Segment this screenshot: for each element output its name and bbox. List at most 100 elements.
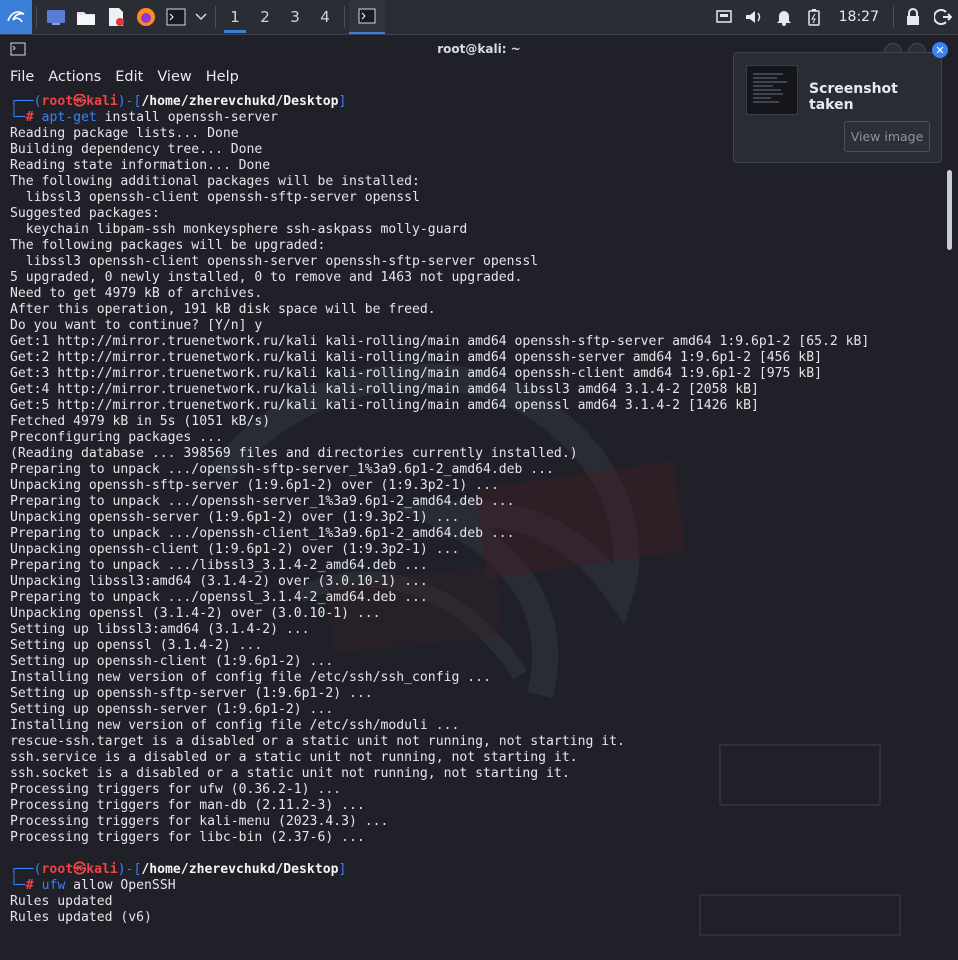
text-editor-icon[interactable] xyxy=(101,0,131,34)
kali-menu-icon[interactable] xyxy=(0,0,32,34)
workspace-4[interactable]: 4 xyxy=(310,0,340,34)
output-line: ssh.socket is a disabled or a static uni… xyxy=(10,766,570,781)
taskbar-separator xyxy=(893,6,894,28)
prompt-bracket: ] xyxy=(338,862,347,877)
output-line: After this operation, 191 kB disk space … xyxy=(10,302,436,317)
output-line: The following additional packages will b… xyxy=(10,174,420,189)
view-image-button[interactable]: View image xyxy=(844,121,930,152)
output-line: rescue-ssh.target is a disabled or a sta… xyxy=(10,734,625,749)
output-line: Get:5 http://mirror.truenetwork.ru/kali … xyxy=(10,398,759,413)
menu-file[interactable]: File xyxy=(10,69,34,85)
lock-icon[interactable] xyxy=(898,0,928,34)
output-line: (Reading database ... 398569 files and d… xyxy=(10,446,578,461)
command-args: allow OpenSSH xyxy=(65,878,176,893)
menu-help[interactable]: Help xyxy=(206,69,239,85)
command-name: ufw xyxy=(41,878,66,893)
logout-icon[interactable] xyxy=(928,0,958,34)
output-line: Rules updated xyxy=(10,894,113,909)
scrollbar-thumb[interactable] xyxy=(947,170,952,250)
output-line: Get:2 http://mirror.truenetwork.ru/kali … xyxy=(10,350,822,365)
workspace-1[interactable]: 1 xyxy=(220,0,250,34)
taskbar-separator xyxy=(344,6,345,28)
screenshot-thumbnail[interactable] xyxy=(746,65,798,115)
terminal-window-icon[interactable] xyxy=(349,0,385,34)
prompt-host: kali xyxy=(86,94,118,109)
taskbar-separator xyxy=(36,6,37,28)
output-line: Suggested packages: xyxy=(10,206,160,221)
prompt-bracket: )-[ xyxy=(117,862,142,877)
menu-edit[interactable]: Edit xyxy=(115,69,143,85)
output-line: Processing triggers for kali-menu (2023.… xyxy=(10,814,389,829)
prompt-bracket: ┌──( xyxy=(10,862,42,877)
output-line: Preconfiguring packages ... xyxy=(10,430,223,445)
output-line: Preparing to unpack .../openssh-server_1… xyxy=(10,494,515,509)
prompt-line: ┌──(root㉿kali)-[/home/zherevchukd/Deskto… xyxy=(10,862,938,878)
workspace-2[interactable]: 2 xyxy=(250,0,280,34)
output-line: Processing triggers for ufw (0.36.2-1) .… xyxy=(10,782,342,797)
file-manager-icon[interactable] xyxy=(71,0,101,34)
menu-view[interactable]: View xyxy=(157,69,191,85)
taskbar: 1 2 3 4 18:27 xyxy=(0,0,958,35)
clock[interactable]: 18:27 xyxy=(829,9,889,25)
output-line: Unpacking openssl (3.1.4-2) over (3.0.10… xyxy=(10,606,381,621)
output-line: Setting up libssl3:amd64 (3.1.4-2) ... xyxy=(10,622,310,637)
output-line: Preparing to unpack .../openssl_3.1.4-2_… xyxy=(10,590,428,605)
bell-icon[interactable] xyxy=(769,0,799,34)
system-tray: 18:27 xyxy=(709,0,958,34)
prompt-bracket: └─ xyxy=(10,110,26,125)
output-line: Unpacking openssh-server (1:9.6p1-2) ove… xyxy=(10,510,460,525)
output-line: Preparing to unpack .../openssh-sftp-ser… xyxy=(10,462,554,477)
output-line: Preparing to unpack .../openssh-client_1… xyxy=(10,526,515,541)
output-line: Get:4 http://mirror.truenetwork.ru/kali … xyxy=(10,382,759,397)
volume-icon[interactable] xyxy=(739,0,769,34)
output-line: Setting up openssl (3.1.4-2) ... xyxy=(10,638,263,653)
prompt-bracket: ┌──( xyxy=(10,94,42,109)
prompt-bracket: ] xyxy=(338,94,347,109)
command-args: install openssh-server xyxy=(96,110,279,125)
prompt-bracket: )-[ xyxy=(117,94,142,109)
prompt-host: kali xyxy=(86,862,118,877)
menu-actions[interactable]: Actions xyxy=(48,69,101,85)
text xyxy=(34,878,42,893)
output-line: Setting up openssh-sftp-server (1:9.6p1-… xyxy=(10,686,373,701)
output-line: Installing new version of config file /e… xyxy=(10,718,460,733)
screenshot-notification: Screenshot taken View image xyxy=(733,52,942,163)
text xyxy=(34,110,42,125)
output-line: Processing triggers for man-db (2.11.2-3… xyxy=(10,798,365,813)
prompt-at: ㉿ xyxy=(73,94,87,109)
terminal-app-icon xyxy=(10,42,26,56)
output-line: Setting up openssh-server (1:9.6p1-2) ..… xyxy=(10,702,334,717)
output-line: Preparing to unpack .../libssl3_3.1.4-2_… xyxy=(10,558,428,573)
output-line: Fetched 4979 kB in 5s (1051 kB/s) xyxy=(10,414,271,429)
chevron-down-icon[interactable] xyxy=(191,0,211,34)
notification-title: Screenshot taken xyxy=(809,81,898,113)
prompt-symbol: # xyxy=(25,878,34,893)
output-line: libssl3 openssh-client openssh-sftp-serv… xyxy=(10,190,420,205)
prompt-user: root xyxy=(41,862,74,877)
prompt-at: ㉿ xyxy=(73,862,87,877)
firefox-icon[interactable] xyxy=(131,0,161,34)
output-line: ssh.service is a disabled or a static un… xyxy=(10,750,578,765)
output-line: Need to get 4979 kB of archives. xyxy=(10,286,263,301)
prompt-path: /home/zherevchukd/Desktop xyxy=(141,862,339,877)
close-icon[interactable]: ✕ xyxy=(932,42,948,58)
window-title: root@kali: ~ xyxy=(437,42,521,56)
workspace-3[interactable]: 3 xyxy=(280,0,310,34)
output-line: Installing new version of config file /e… xyxy=(10,670,491,685)
output-line: Unpacking libssl3:amd64 (3.1.4-2) over (… xyxy=(10,574,428,589)
output-line: Unpacking openssh-sftp-server (1:9.6p1-2… xyxy=(10,478,499,493)
terminal-icon[interactable] xyxy=(161,0,191,34)
battery-icon[interactable] xyxy=(799,0,829,34)
desktop-icon[interactable] xyxy=(41,0,71,34)
terminal-window: root@kali: ~ File Actions Edit View Help… xyxy=(0,35,958,960)
output-line: Setting up openssh-client (1:9.6p1-2) ..… xyxy=(10,654,334,669)
output-line: Rules updated (v6) xyxy=(10,910,152,925)
prompt-bracket: └─ xyxy=(10,878,26,893)
command-name: apt-get xyxy=(41,110,97,125)
prompt-user: root xyxy=(41,94,74,109)
prompt-path: /home/zherevchukd/Desktop xyxy=(141,94,339,109)
taskbar-separator xyxy=(215,6,216,28)
terminal-output[interactable]: ┌──(root㉿kali)-[/home/zherevchukd/Deskto… xyxy=(10,94,938,960)
display-icon[interactable] xyxy=(709,0,739,34)
